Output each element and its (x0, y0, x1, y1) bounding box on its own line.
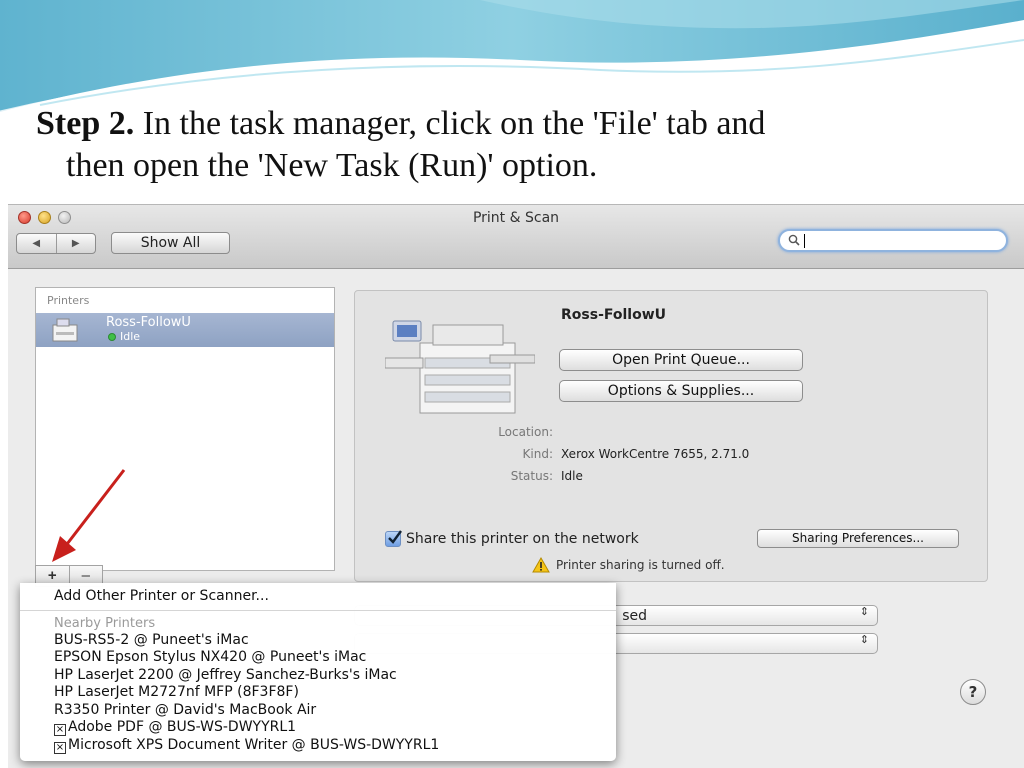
help-button[interactable]: ? (960, 679, 986, 705)
kind-label: Kind: (522, 447, 553, 461)
detail-printer-name: Ross-FollowU (561, 307, 667, 323)
checkmark-icon (388, 530, 402, 544)
status-dot-icon (108, 333, 116, 341)
print-scan-window: Print & Scan ◀ ▶ Show All Printers Ross-… (8, 204, 1024, 768)
window-title: Print & Scan (472, 210, 560, 226)
menu-separator (20, 609, 616, 611)
windows-printer-icon: × (54, 724, 66, 736)
show-all-button[interactable]: Show All (111, 232, 230, 254)
menu-header-nearby: Nearby Printers (54, 615, 156, 631)
menu-item-nearby-printer[interactable]: R3350 Printer @ David's MacBook Air (20, 702, 616, 720)
menu-item-label: Microsoft XPS Document Writer @ BUS-WS-D… (68, 736, 440, 753)
add-printer-menu: Add Other Printer or Scanner... Nearby P… (20, 583, 616, 761)
sharing-warning: Printer sharing is turned off. (532, 557, 725, 573)
warning-icon (532, 557, 550, 573)
instruction-line-2: then open the 'New Task (Run)' option. (66, 147, 598, 184)
menu-item-nearby-printer[interactable]: EPSON Epson Stylus NX420 @ Puneet's iMac (20, 649, 616, 667)
menu-item-nearby-printer[interactable]: HP LaserJet M2727nf MFP (8F3F8F) (20, 684, 616, 702)
printer-detail-panel: Ross-FollowU Open Print Queue... Options… (354, 290, 988, 582)
status-value: Idle (561, 469, 583, 483)
select-arrows-icon: ⇕ (859, 634, 869, 646)
menu-item-windows-printer[interactable]: × Adobe PDF @ BUS-WS-DWYYRL1 (20, 719, 616, 737)
forward-button[interactable]: ▶ (55, 234, 96, 253)
menu-item-nearby-printer[interactable]: HP LaserJet 2200 @ Jeffrey Sanchez-Burks… (20, 667, 616, 685)
search-icon (788, 234, 800, 246)
open-print-queue-button[interactable]: Open Print Queue... (559, 349, 803, 371)
options-supplies-button[interactable]: Options & Supplies... (559, 380, 803, 402)
location-label: Location: (498, 425, 553, 439)
windows-printer-icon: × (54, 741, 66, 754)
nav-button-group: ◀ ▶ (16, 233, 96, 254)
slide-header-wave (0, 0, 1024, 114)
window-titlebar: Print & Scan ◀ ▶ Show All (8, 205, 1024, 269)
menu-item-nearby-printer[interactable]: BUS-RS5-2 @ Puneet's iMac (20, 632, 616, 650)
menu-item-windows-printer[interactable]: × Microsoft XPS Document Writer @ BUS-WS-… (20, 737, 616, 755)
printers-list-panel: Printers Ross-FollowU Idle (35, 287, 335, 571)
instruction-line-1: In the task manager, click on the 'File'… (134, 105, 766, 142)
menu-item-add-other[interactable]: Add Other Printer or Scanner... (20, 588, 616, 606)
warning-text: Printer sharing is turned off. (556, 558, 725, 572)
step-label: Step 2. (36, 105, 135, 142)
share-printer-label: Share this printer on the network (406, 531, 639, 547)
share-printer-checkbox[interactable] (385, 530, 402, 547)
printer-thumbnail-icon (52, 318, 78, 342)
kind-value: Xerox WorkCentre 7655, 2.71.0 (561, 447, 750, 461)
printers-header: Printers (47, 294, 90, 307)
select-arrows-icon: ⇕ (859, 606, 869, 618)
menu-item-label: Adobe PDF @ BUS-WS-DWYYRL1 (68, 719, 297, 735)
printer-name: Ross-FollowU (106, 315, 191, 330)
printer-image-icon (385, 320, 535, 414)
search-input[interactable] (778, 229, 1008, 252)
slide-instruction: Step 2. In the task manager, click on th… (36, 103, 996, 187)
default-printer-value: sed (622, 608, 647, 624)
sharing-preferences-button[interactable]: Sharing Preferences... (757, 529, 959, 548)
back-button[interactable]: ◀ (17, 234, 56, 253)
status-label: Status: (510, 469, 553, 483)
share-printer-row: Share this printer on the network (385, 530, 639, 547)
printer-list-item[interactable]: Ross-FollowU Idle (36, 313, 334, 347)
printer-status: Idle (120, 330, 141, 343)
text-caret (804, 234, 805, 248)
